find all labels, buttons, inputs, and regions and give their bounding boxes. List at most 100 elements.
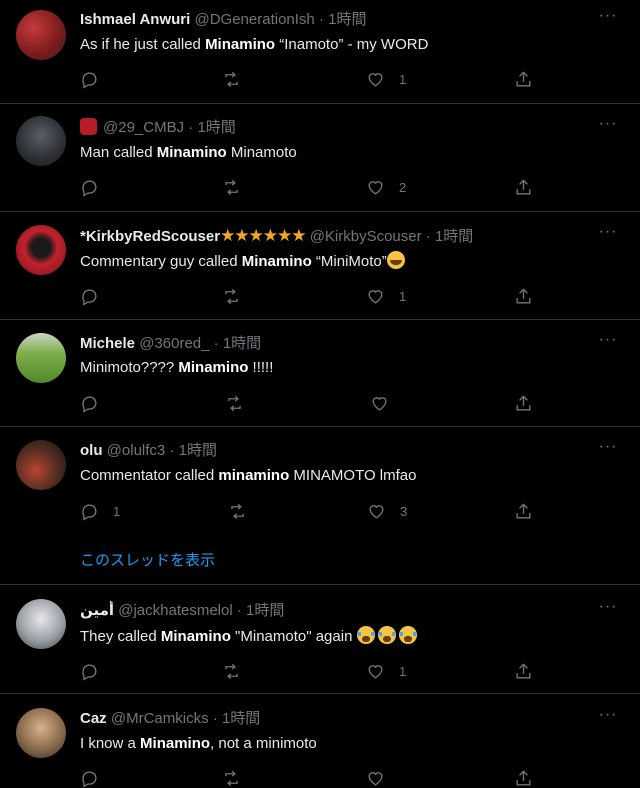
- like-button[interactable]: [370, 393, 403, 413]
- text-segment: Commentary guy called: [80, 253, 242, 270]
- display-name[interactable]: Ishmael Anwuri: [80, 11, 190, 28]
- tweet[interactable]: *KirkbyRedScouser★★★★★★ @KirkbyScouser ·…: [0, 212, 640, 320]
- handle[interactable]: @MrCamkicks: [111, 710, 209, 727]
- tweet-header: Caz @MrCamkicks · 1時間: [80, 709, 580, 729]
- display-name[interactable]: أمين: [80, 602, 114, 619]
- more-options-icon[interactable]: ···: [598, 332, 618, 356]
- retweet-button[interactable]: [225, 393, 244, 413]
- timestamp[interactable]: 1時間: [246, 602, 284, 619]
- avatar[interactable]: [16, 333, 66, 383]
- reply-icon: [82, 71, 97, 89]
- text-segment: They called: [80, 628, 161, 645]
- tweet-text: I know a Minamino, not a minimoto: [80, 734, 620, 754]
- retweet-button[interactable]: [222, 768, 241, 788]
- handle[interactable]: @DGenerationIsh: [194, 11, 314, 28]
- tweet[interactable]: Michele @360red_ · 1時間 ··· Minimoto???? …: [0, 320, 640, 427]
- retweet-icon: [228, 395, 241, 411]
- share-button[interactable]: [514, 69, 533, 89]
- tweet[interactable]: @29_CMBJ · 1時間 ··· Man called Minamino M…: [0, 104, 640, 212]
- display-name[interactable]: Michele: [80, 335, 135, 352]
- highlighted-keyword: Minamino: [241, 253, 312, 270]
- retweet-button[interactable]: [228, 501, 247, 521]
- share-button[interactable]: [514, 768, 533, 788]
- more-options-icon[interactable]: ···: [598, 439, 618, 463]
- more-options-icon[interactable]: ···: [598, 599, 618, 623]
- share-button[interactable]: [514, 286, 533, 306]
- avatar[interactable]: [16, 440, 66, 490]
- retweet-button[interactable]: [222, 661, 241, 681]
- like-button[interactable]: 1: [366, 661, 406, 681]
- more-options-icon[interactable]: ···: [598, 116, 618, 140]
- retweet-button[interactable]: [222, 69, 241, 89]
- reply-button[interactable]: 1: [80, 501, 120, 521]
- timestamp[interactable]: 1時間: [197, 119, 235, 136]
- tweet-actions: 1: [80, 286, 540, 306]
- text-segment: Commentator called: [80, 467, 219, 484]
- handle[interactable]: @KirkbyScouser: [310, 228, 422, 245]
- more-options-icon[interactable]: ···: [598, 8, 618, 32]
- reply-button[interactable]: [80, 768, 99, 788]
- like-button[interactable]: 1: [366, 286, 406, 306]
- avatar[interactable]: [16, 116, 66, 166]
- like-button[interactable]: 1: [366, 69, 406, 89]
- retweet-icon: [225, 288, 238, 304]
- reply-button[interactable]: [80, 69, 113, 89]
- tweet-text: Commentary guy called Minamino “MiniMoto…: [80, 251, 620, 272]
- timestamp[interactable]: 1時間: [223, 335, 261, 352]
- reply-button[interactable]: [80, 286, 113, 306]
- tweet[interactable]: Ishmael Anwuri @DGenerationIsh · 1時間 ···…: [0, 0, 640, 104]
- reply-icon: [82, 663, 97, 681]
- like-button[interactable]: 2: [366, 177, 406, 197]
- timestamp[interactable]: 1時間: [179, 442, 217, 459]
- show-thread-link[interactable]: このスレッドを表示: [80, 549, 215, 570]
- reply-icon: [82, 503, 97, 521]
- share-icon: [516, 287, 531, 304]
- display-name[interactable]: *KirkbyRedScouser: [80, 228, 220, 245]
- handle[interactable]: @360red_: [139, 335, 209, 352]
- handle[interactable]: @olulfc3: [107, 442, 166, 459]
- timestamp[interactable]: 1時間: [328, 11, 366, 28]
- tweet-text: Minimoto???? Minamino !!!!!: [80, 358, 620, 378]
- tweet[interactable]: أمين @jackhatesmelol · 1時間 ··· They call…: [0, 585, 640, 694]
- handle[interactable]: @jackhatesmelol: [118, 602, 232, 619]
- highlighted-keyword: Minamino: [205, 36, 276, 53]
- tweet-header: @29_CMBJ · 1時間: [80, 118, 580, 138]
- more-options-icon[interactable]: ···: [598, 707, 618, 731]
- tweet-header: *KirkbyRedScouser★★★★★★ @KirkbyScouser ·…: [80, 226, 580, 247]
- reply-icon: [82, 395, 97, 413]
- share-button[interactable]: [514, 661, 533, 681]
- avatar[interactable]: [16, 708, 66, 758]
- avatar[interactable]: [16, 225, 66, 275]
- share-button[interactable]: [514, 501, 533, 521]
- more-options-icon[interactable]: ···: [598, 224, 618, 248]
- separator-dot: ·: [425, 228, 431, 245]
- display-name[interactable]: Caz: [80, 710, 107, 727]
- display-name[interactable]: olu: [80, 442, 103, 459]
- share-button[interactable]: [514, 393, 533, 413]
- retweet-button[interactable]: [222, 177, 241, 197]
- tweet-text: Commentator called minamino MINAMOTO lmf…: [80, 466, 620, 486]
- reply-button[interactable]: [80, 661, 113, 681]
- avatar[interactable]: [16, 599, 66, 649]
- avatar[interactable]: [16, 10, 66, 60]
- tweet[interactable]: Caz @MrCamkicks · 1時間 ··· I know a Minam…: [0, 694, 640, 788]
- timestamp[interactable]: 1時間: [435, 228, 473, 245]
- like-count: 1: [399, 71, 407, 87]
- like-button[interactable]: [366, 768, 385, 788]
- retweet-button[interactable]: [222, 286, 241, 306]
- tweet-text: They called Minamino "Minamoto" again: [80, 626, 620, 647]
- reply-button[interactable]: [80, 393, 113, 413]
- share-button[interactable]: [514, 177, 533, 197]
- text-segment: MINAMOTO lmfao: [289, 467, 417, 484]
- text-segment: “Inamoto” - my WORD: [275, 36, 429, 53]
- tweet-header: Michele @360red_ · 1時間: [80, 334, 580, 354]
- like-button[interactable]: 3: [367, 501, 407, 521]
- ogre-emoji-icon: [80, 118, 97, 135]
- like-count: 3: [400, 503, 408, 519]
- share-icon: [516, 178, 531, 195]
- tweet-header: أمين @jackhatesmelol · 1時間: [80, 601, 580, 621]
- share-icon: [516, 769, 531, 786]
- timestamp[interactable]: 1時間: [222, 710, 260, 727]
- reply-button[interactable]: [80, 177, 113, 197]
- handle[interactable]: @29_CMBJ: [103, 119, 184, 136]
